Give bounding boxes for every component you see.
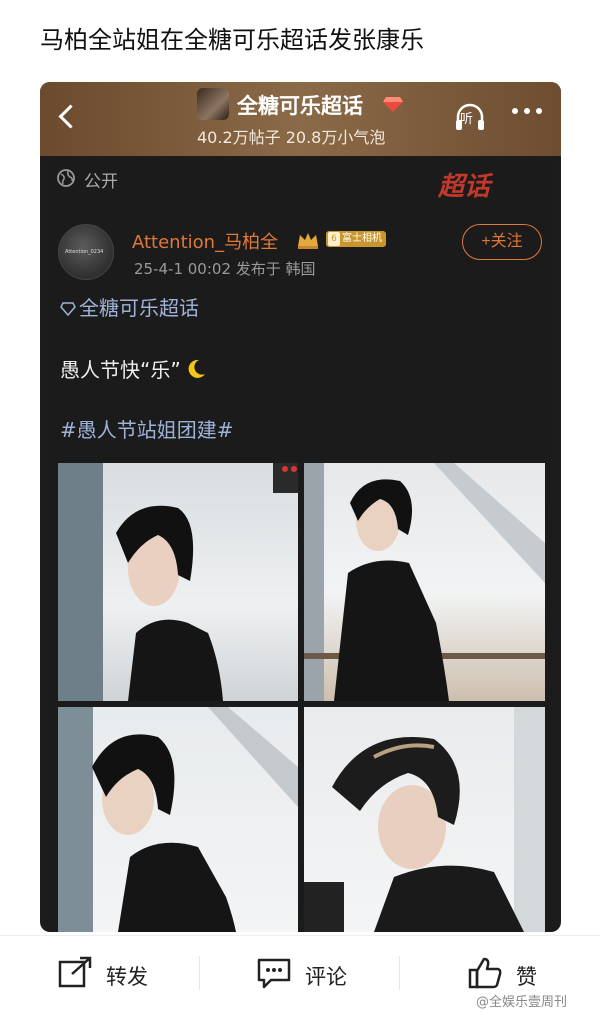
divider <box>199 956 200 990</box>
comment-label: 评论 <box>305 965 347 989</box>
topic-header: 全糖可乐超话 40.2万帖子 20.8万小气泡 听 <box>40 82 561 156</box>
dot-icon <box>536 108 542 114</box>
post-text-content: 愚人节快“乐” <box>60 358 181 382</box>
photo-1[interactable] <box>58 463 298 701</box>
visibility-label: 公开 <box>84 172 118 192</box>
phone-screenshot: 全糖可乐超话 40.2万帖子 20.8万小气泡 听 公开 超话 Attentio… <box>40 82 561 932</box>
more-options-button[interactable] <box>512 108 544 118</box>
globe-icon <box>57 169 75 187</box>
photo-2[interactable] <box>304 463 545 701</box>
topic-link-label: 全糖可乐超话 <box>79 296 199 320</box>
topic-avatar[interactable] <box>197 88 229 120</box>
topic-link[interactable]: 全糖可乐超话 <box>60 292 199 321</box>
watermark: @全娱乐壹周刊 <box>476 995 568 1010</box>
badge-level: 6 <box>328 232 340 246</box>
dot-icon <box>512 108 518 114</box>
post-meta: 25-4-1 00:02 发布于 韩国 <box>134 260 316 278</box>
share-icon <box>58 956 92 988</box>
hashtag-link[interactable]: #愚人节站姐团建# <box>60 414 234 443</box>
article-headline: 马柏全站姐在全糖可乐超话发张康乐 <box>40 26 424 54</box>
follow-button[interactable]: +关注 <box>462 224 542 260</box>
listen-button[interactable]: 听 <box>453 100 487 134</box>
diamond-outline-icon <box>60 302 76 316</box>
photo-3[interactable] <box>58 707 298 932</box>
topic-stats: 40.2万帖子 20.8万小气泡 <box>197 128 386 147</box>
username[interactable]: Attention_马柏全 <box>132 228 278 254</box>
fan-badge[interactable]: 6 富士相机 <box>326 231 386 247</box>
divider <box>399 956 400 990</box>
photo-grid <box>58 463 545 932</box>
thumbs-up-icon <box>468 957 502 989</box>
diamond-icon <box>383 97 403 112</box>
listen-label: 听 <box>460 112 474 127</box>
badge-text: 富士相机 <box>342 233 382 244</box>
post-card: 公开 超话 Attention_0234 Attention_马柏全 6 富士相… <box>46 158 555 932</box>
topic-title[interactable]: 全糖可乐超话 <box>237 90 363 120</box>
repost-label: 转发 <box>106 965 148 989</box>
chaohua-logo: 超话 <box>438 172 491 202</box>
post-text: 愚人节快“乐” <box>60 354 207 383</box>
action-bar: 转发 评论 赞 @全娱乐壹周刊 <box>0 935 600 1015</box>
crown-icon <box>298 233 318 249</box>
moon-icon <box>188 359 205 378</box>
back-button[interactable] <box>54 100 82 132</box>
photo-4[interactable] <box>304 707 545 932</box>
dot-icon <box>524 108 530 114</box>
avatar-text: Attention_0234 <box>65 249 104 255</box>
like-label: 赞 <box>516 965 537 989</box>
avatar[interactable]: Attention_0234 <box>58 224 114 280</box>
comment-icon <box>257 958 291 989</box>
